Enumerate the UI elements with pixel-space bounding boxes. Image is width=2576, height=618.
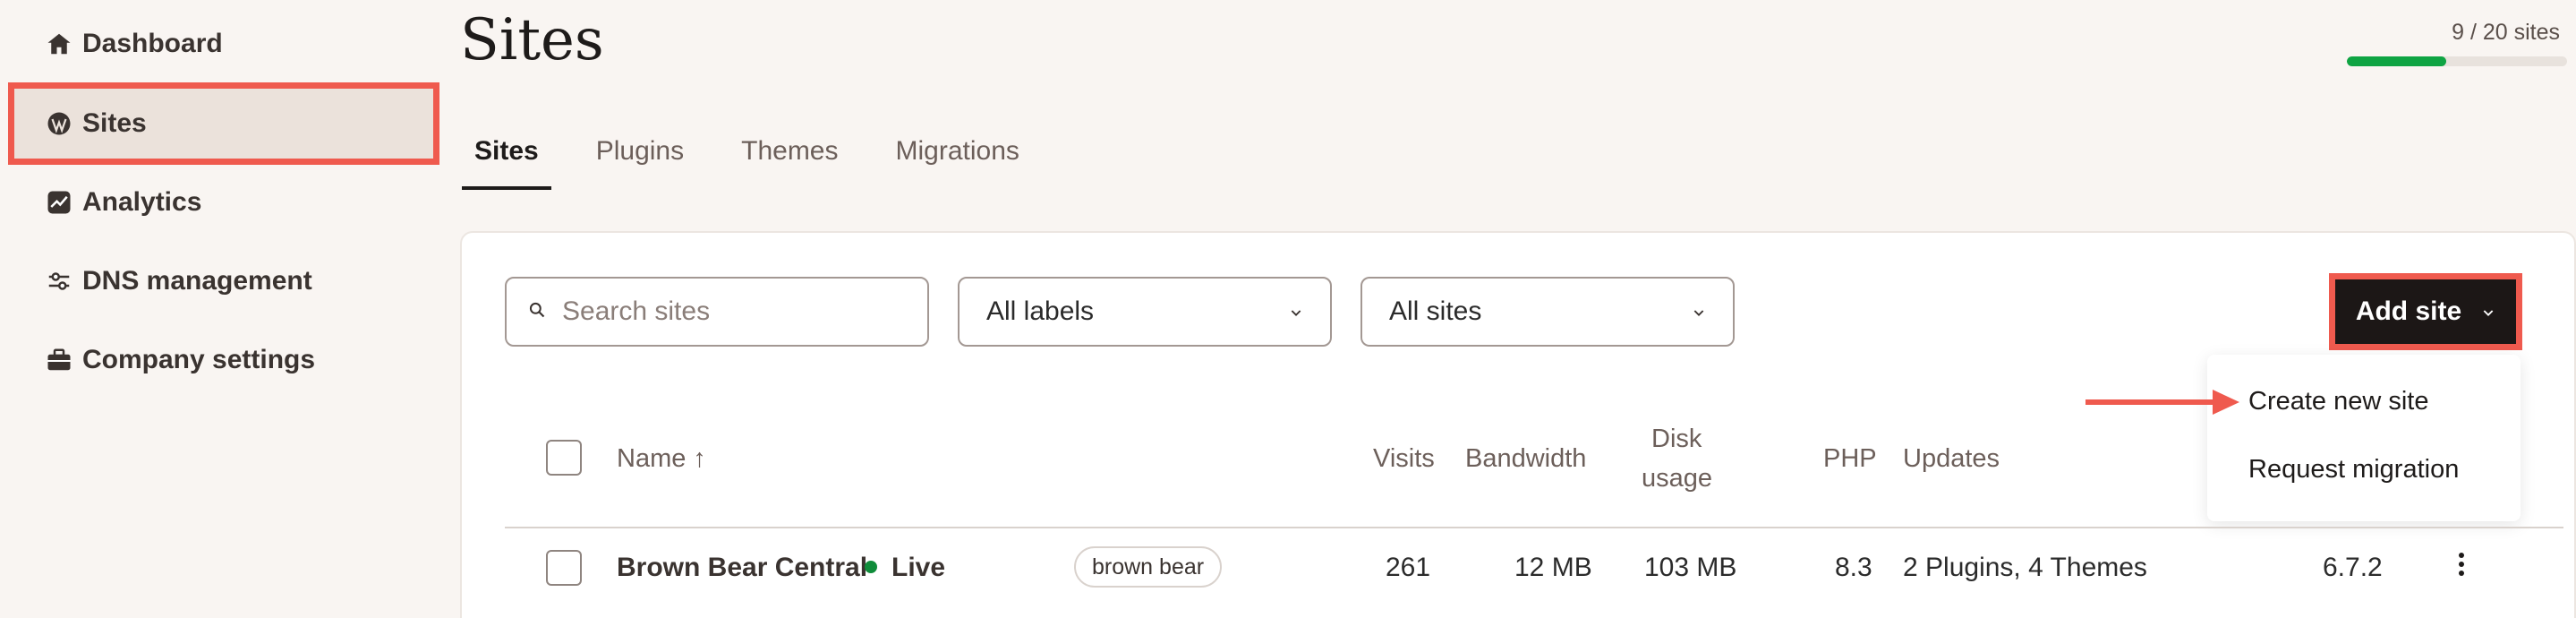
sites-filter-select[interactable]: All sites xyxy=(1361,277,1735,347)
column-header-php[interactable]: PHP xyxy=(1823,444,1877,474)
add-site-dropdown-menu: Create new site Request migration xyxy=(2207,355,2521,521)
more-actions-icon[interactable] xyxy=(2449,550,2474,582)
labels-select-value: All labels xyxy=(986,296,1095,326)
add-site-button[interactable]: Add site xyxy=(2335,279,2516,344)
sidebar-item-sites[interactable]: Sites xyxy=(8,82,439,165)
home-icon xyxy=(45,30,73,58)
select-all-checkbox[interactable] xyxy=(546,440,582,476)
usage-text: 9 / 20 sites xyxy=(2452,20,2560,45)
add-site-highlight: Add site xyxy=(2329,273,2522,350)
sidebar-item-label: Analytics xyxy=(82,187,202,217)
usage-progress-track xyxy=(2347,56,2567,66)
sidebar-item-label: Sites xyxy=(82,108,147,138)
arrow-pointer-icon xyxy=(2086,390,2239,415)
site-visits: 261 xyxy=(1386,553,1431,582)
column-header-visits[interactable]: Visits xyxy=(1373,444,1435,474)
menu-item-request-migration[interactable]: Request migration xyxy=(2248,455,2459,485)
sidebar-item-dns[interactable]: DNS management xyxy=(14,246,433,316)
column-header-updates[interactable]: Updates xyxy=(1903,444,2000,474)
column-header-bandwidth[interactable]: Bandwidth xyxy=(1465,444,1586,474)
sidebar-item-label: Company settings xyxy=(82,345,316,374)
sites-select-value: All sites xyxy=(1389,296,1482,326)
tab-plugins[interactable]: Plugins xyxy=(596,136,684,190)
site-label-badge[interactable]: brown bear xyxy=(1074,546,1223,588)
usage-progress-fill xyxy=(2347,56,2446,66)
tab-themes[interactable]: Themes xyxy=(741,136,838,190)
sidebar-item-analytics[interactable]: Analytics xyxy=(14,167,433,237)
page-title: Sites xyxy=(460,7,604,73)
site-updates[interactable]: 2 Plugins, 4 Themes xyxy=(1903,553,2147,583)
add-site-label: Add site xyxy=(2355,296,2462,326)
tab-bar: Sites Plugins Themes Migrations xyxy=(462,136,1077,190)
briefcase-icon xyxy=(45,346,73,374)
search-box[interactable] xyxy=(505,277,929,347)
sidebar-item-label: Dashboard xyxy=(82,29,223,58)
sidebar: Dashboard Sites Analytics DNS management… xyxy=(0,0,439,618)
site-usage-meter: 9 / 20 sites xyxy=(2347,20,2567,66)
chevron-down-icon xyxy=(1692,296,1706,327)
sidebar-item-company-settings[interactable]: Company settings xyxy=(14,325,433,395)
sidebar-item-dashboard[interactable]: Dashboard xyxy=(14,9,433,79)
sidebar-item-label: DNS management xyxy=(82,266,312,296)
site-disk-usage: 103 MB xyxy=(1644,553,1737,582)
tab-sites[interactable]: Sites xyxy=(462,136,551,190)
table-divider xyxy=(505,527,2563,528)
wordpress-icon xyxy=(45,109,73,138)
site-status: Live xyxy=(891,553,946,582)
dns-icon xyxy=(45,267,73,296)
labels-select[interactable]: All labels xyxy=(958,277,1332,347)
column-header-name[interactable]: Name ↑ xyxy=(617,444,706,474)
column-header-disk-line2[interactable]: usage xyxy=(1642,464,1712,494)
row-checkbox[interactable] xyxy=(546,550,582,586)
chevron-down-icon xyxy=(2481,296,2495,327)
site-wp-version: 6.7.2 xyxy=(2323,553,2383,582)
live-status-dot xyxy=(865,561,877,573)
search-icon xyxy=(528,301,546,323)
chart-icon xyxy=(45,188,73,217)
search-input[interactable] xyxy=(562,296,902,327)
column-header-disk-line1[interactable]: Disk xyxy=(1651,425,1702,454)
site-php-version: 8.3 xyxy=(1835,553,1872,582)
site-name-link[interactable]: Brown Bear Central xyxy=(617,553,867,583)
site-bandwidth: 12 MB xyxy=(1514,553,1592,582)
menu-item-create-new-site[interactable]: Create new site xyxy=(2248,387,2429,416)
tab-migrations[interactable]: Migrations xyxy=(896,136,1019,190)
chevron-down-icon xyxy=(1289,296,1303,327)
